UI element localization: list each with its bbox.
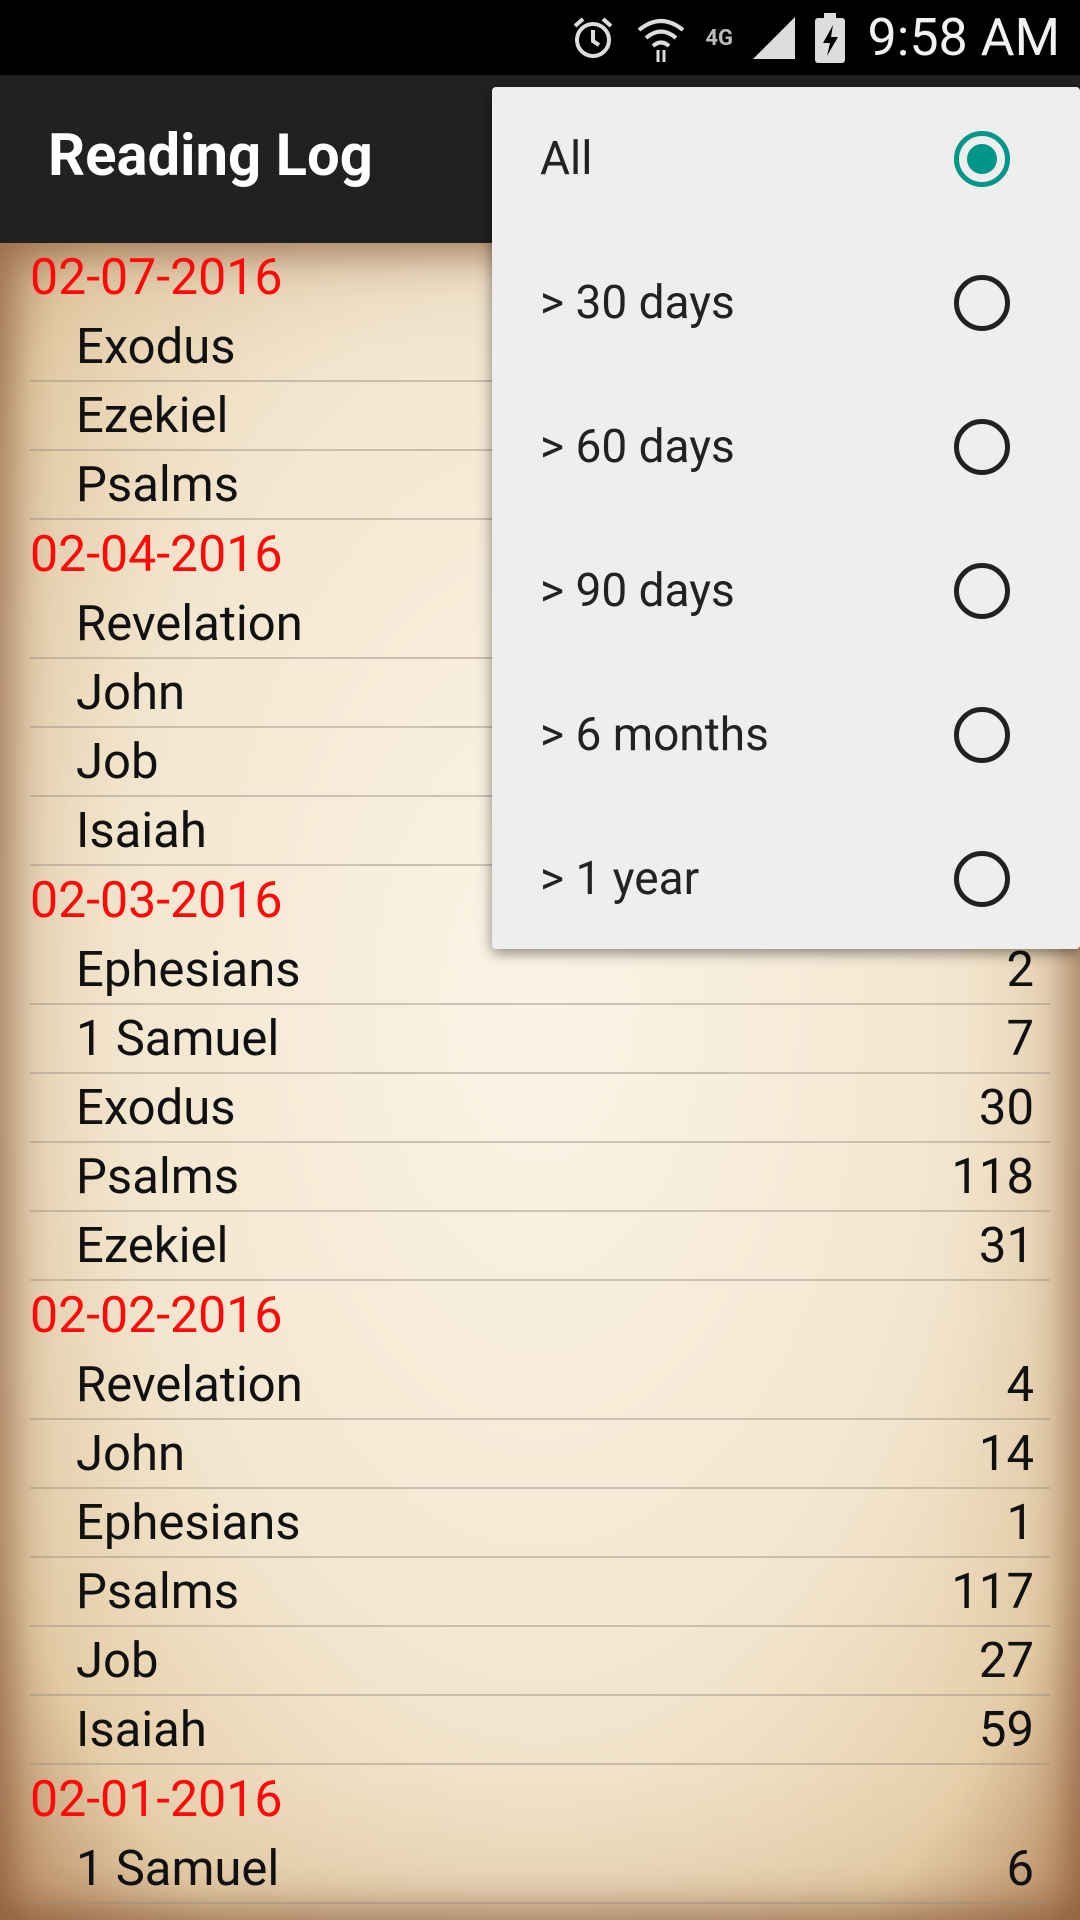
signal-icon bbox=[751, 15, 797, 61]
radio-button[interactable] bbox=[954, 131, 1010, 187]
chapter-number: 6 bbox=[1006, 1840, 1034, 1897]
chapter-number: 117 bbox=[951, 1563, 1034, 1620]
status-bar: 4G 9:58 AM bbox=[0, 0, 1080, 75]
log-entry-row[interactable]: John 14 bbox=[30, 1420, 1050, 1489]
chapter-number: 59 bbox=[978, 1701, 1034, 1758]
book-name: Psalms bbox=[76, 1148, 240, 1205]
book-name: Job bbox=[76, 1632, 159, 1689]
radio-button[interactable] bbox=[954, 851, 1010, 907]
book-name: Ezekiel bbox=[76, 1217, 229, 1274]
log-entry-row[interactable]: Ephesians 1 bbox=[30, 1489, 1050, 1558]
chapter-number: 7 bbox=[1006, 1010, 1034, 1067]
battery-charging-icon bbox=[815, 13, 845, 63]
wifi-icon bbox=[635, 12, 687, 64]
book-name: Ephesians bbox=[76, 1494, 301, 1551]
filter-option-label: > 60 days bbox=[540, 420, 735, 474]
status-time: 9:58 AM bbox=[867, 7, 1061, 68]
book-name: Exodus bbox=[76, 318, 236, 375]
filter-option-label: All bbox=[540, 132, 593, 186]
book-name: Job bbox=[76, 733, 159, 790]
log-entry-row[interactable]: Revelation 4 bbox=[30, 1351, 1050, 1420]
book-name: John bbox=[76, 1425, 186, 1482]
radio-button[interactable] bbox=[954, 419, 1010, 475]
filter-option[interactable]: > 90 days bbox=[492, 519, 1080, 663]
chapter-number: 14 bbox=[978, 1425, 1034, 1482]
chapter-number: 27 bbox=[978, 1632, 1034, 1689]
filter-option[interactable]: All bbox=[492, 87, 1080, 231]
book-name: Exodus bbox=[76, 1079, 236, 1136]
page-title: Reading Log bbox=[48, 122, 373, 190]
book-name: Revelation bbox=[76, 1356, 303, 1413]
book-name: John bbox=[76, 664, 186, 721]
filter-option[interactable]: > 30 days bbox=[492, 231, 1080, 375]
log-entry-row[interactable]: 1 Samuel 6 bbox=[30, 1835, 1050, 1904]
log-entry-row[interactable]: Exodus 30 bbox=[30, 1074, 1050, 1143]
book-name: Isaiah bbox=[76, 1701, 207, 1758]
filter-option-label: > 90 days bbox=[540, 564, 735, 618]
log-date-header: 02-01-2016 bbox=[30, 1771, 283, 1829]
book-name: Psalms bbox=[76, 1563, 240, 1620]
book-name: Ephesians bbox=[76, 941, 301, 998]
book-name: Psalms bbox=[76, 456, 240, 513]
filter-menu-popup: All > 30 days > 60 days > 90 days > 6 months… bbox=[492, 87, 1080, 949]
log-entry-row[interactable]: Psalms 118 bbox=[30, 1143, 1050, 1212]
log-entry-row[interactable]: Job 27 bbox=[30, 1627, 1050, 1696]
book-name: 1 Samuel bbox=[76, 1840, 280, 1897]
alarm-icon bbox=[569, 14, 617, 62]
chapter-number: 1 bbox=[1006, 1494, 1034, 1551]
radio-button[interactable] bbox=[954, 275, 1010, 331]
radio-button[interactable] bbox=[954, 707, 1010, 763]
log-entry-row[interactable]: 1 Samuel 7 bbox=[30, 1005, 1050, 1074]
filter-option[interactable]: > 6 months bbox=[492, 663, 1080, 807]
book-name: 1 Samuel bbox=[76, 1010, 280, 1067]
filter-option[interactable]: > 60 days bbox=[492, 375, 1080, 519]
status-icons: 4G bbox=[569, 10, 845, 66]
log-date-header: 02-02-2016 bbox=[30, 1287, 283, 1345]
filter-option-label: > 30 days bbox=[540, 276, 735, 330]
filter-options-list: All > 30 days > 60 days > 90 days > 6 months… bbox=[492, 87, 1080, 951]
radio-button[interactable] bbox=[954, 563, 1010, 619]
chapter-number: 4 bbox=[1006, 1356, 1034, 1413]
book-name: Revelation bbox=[76, 595, 303, 652]
book-name: Isaiah bbox=[76, 802, 207, 859]
chapter-number: 31 bbox=[978, 1217, 1034, 1274]
filter-option[interactable]: > 1 year bbox=[492, 807, 1080, 951]
log-entry-row[interactable]: Psalms 117 bbox=[30, 1558, 1050, 1627]
chapter-number: 118 bbox=[951, 1148, 1034, 1205]
filter-option-label: > 6 months bbox=[540, 708, 769, 762]
log-entry-row[interactable]: Isaiah 59 bbox=[30, 1696, 1050, 1765]
book-name: Ezekiel bbox=[76, 387, 229, 444]
log-entry-row[interactable]: Ezekiel 31 bbox=[30, 1212, 1050, 1281]
chapter-number: 30 bbox=[978, 1079, 1034, 1136]
filter-option-label: > 1 year bbox=[540, 852, 700, 906]
network-4g-icon: 4G bbox=[705, 25, 733, 51]
